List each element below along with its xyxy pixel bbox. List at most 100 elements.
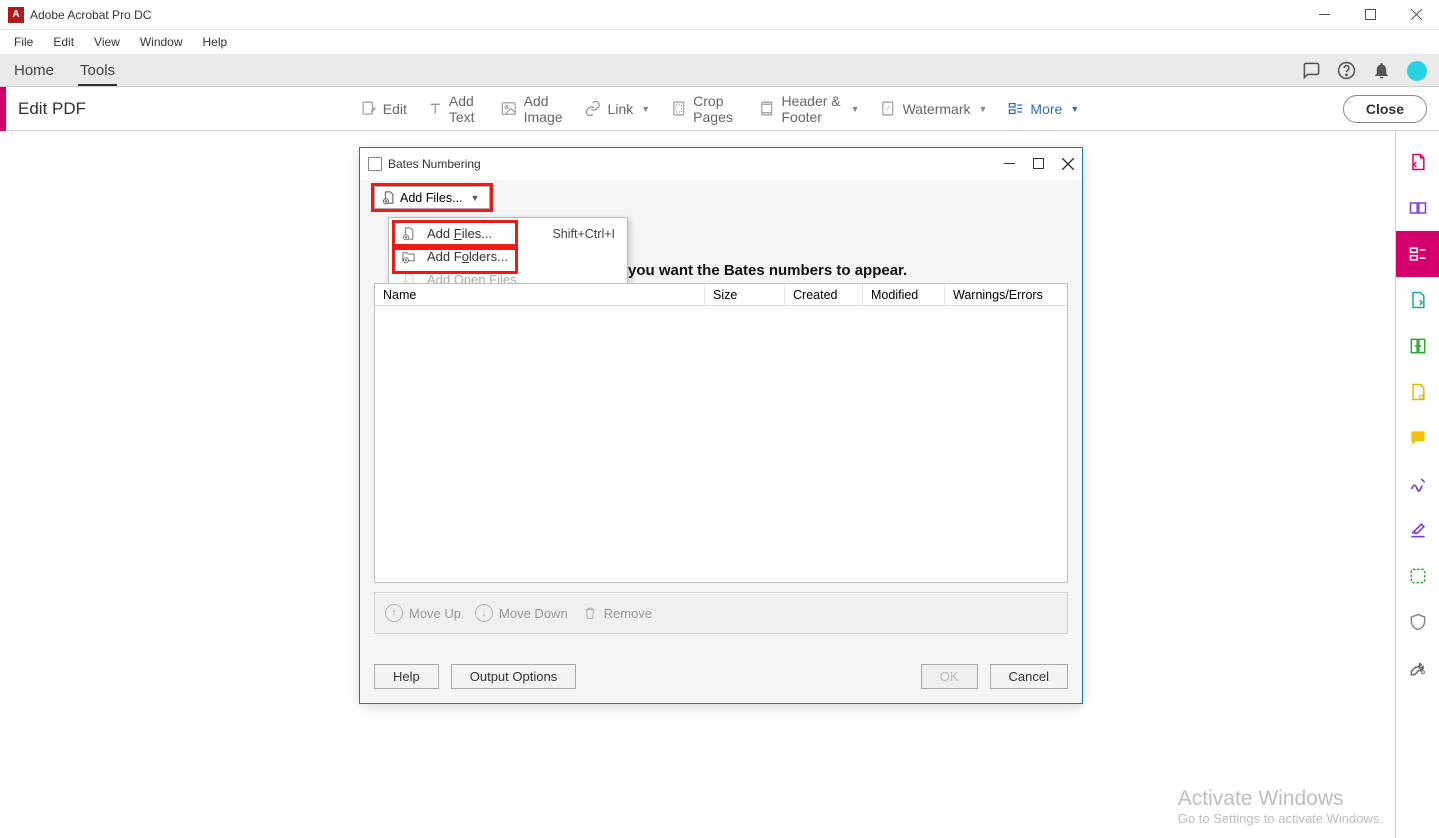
chevron-down-icon: ▼ <box>851 104 860 114</box>
more-icon <box>1007 100 1024 117</box>
rp-sign-icon[interactable] <box>1396 461 1439 507</box>
add-image-label: Add Image <box>524 93 565 125</box>
rp-accessibility-icon[interactable] <box>1396 553 1439 599</box>
link-label: Link <box>608 101 634 117</box>
watermark-button[interactable]: Watermark ▼ <box>880 100 988 117</box>
rp-compress-icon[interactable] <box>1396 369 1439 415</box>
add-text-label: Add Text <box>449 93 481 125</box>
add-file-icon <box>401 226 417 241</box>
link-icon <box>585 100 602 117</box>
windows-activation-watermark: Activate Windows Go to Settings to activ… <box>1178 787 1383 826</box>
app-title: Adobe Acrobat Pro DC <box>30 8 151 22</box>
document-icon <box>368 157 382 171</box>
menu-view[interactable]: View <box>84 32 130 52</box>
dialog-close-button[interactable] <box>1062 158 1074 170</box>
rp-organize-icon[interactable] <box>1396 323 1439 369</box>
rp-create-pdf-icon[interactable] <box>1396 139 1439 185</box>
rp-protect-icon[interactable] <box>1396 599 1439 645</box>
watermark-line2: Go to Settings to activate Windows. <box>1178 811 1383 826</box>
dialog-footer: Help Output Options OK Cancel <box>374 664 1068 689</box>
cancel-button[interactable]: Cancel <box>990 664 1068 689</box>
remove-label: Remove <box>604 606 652 621</box>
col-warnings[interactable]: Warnings/Errors <box>945 284 1067 305</box>
file-table: Name Size Created Modified Warnings/Erro… <box>374 283 1068 583</box>
crop-pages-button[interactable]: Crop Pages <box>670 93 738 125</box>
app-icon: A <box>8 7 24 23</box>
menu-window[interactable]: Window <box>130 32 193 52</box>
notifications-icon[interactable] <box>1372 61 1391 80</box>
link-button[interactable]: Link ▼ <box>585 100 651 117</box>
watermark-icon <box>880 100 897 117</box>
ctx-add-files-shortcut: Shift+Ctrl+I <box>552 227 615 241</box>
window-controls <box>1301 0 1439 30</box>
arrow-up-icon: ↑ <box>385 604 403 622</box>
dialog-minimize-button[interactable] <box>1004 158 1015 170</box>
ctx-add-folders-label: Add Folders... <box>427 249 508 264</box>
maximize-button[interactable] <box>1347 0 1393 30</box>
move-down-button: ↓ Move Down <box>475 604 568 622</box>
add-files-label: Add Files... <box>400 191 463 205</box>
header-footer-icon <box>758 100 775 117</box>
right-tools-panel <box>1395 131 1439 838</box>
dialog-maximize-button[interactable] <box>1033 158 1044 170</box>
close-toolbar-button[interactable]: Close <box>1343 95 1427 123</box>
add-text-button[interactable]: Add Text <box>427 93 481 125</box>
dialog-titlebar: Bates Numbering <box>360 148 1082 180</box>
chevron-down-icon: ▼ <box>471 193 480 203</box>
more-button[interactable]: More ▼ <box>1007 100 1079 117</box>
rp-more-tools-icon[interactable] <box>1396 645 1439 691</box>
menu-edit[interactable]: Edit <box>43 32 84 52</box>
menubar: File Edit View Window Help <box>0 30 1439 55</box>
header-footer-label: Header & Footer <box>781 93 842 125</box>
ctx-add-folders[interactable]: Add Folders... <box>389 245 627 268</box>
rp-redact-icon[interactable] <box>1396 507 1439 553</box>
edit-pdf-toolbar: Edit PDF Edit Add Text Add Image Link ▼ … <box>0 87 1439 131</box>
ctx-add-files-label: Add Files... <box>427 226 492 241</box>
tab-home[interactable]: Home <box>12 56 56 86</box>
rp-edit-pdf-icon[interactable] <box>1396 231 1439 277</box>
avatar[interactable] <box>1407 61 1427 81</box>
crop-icon <box>670 100 687 117</box>
add-files-dropdown-button[interactable]: Add Files... ▼ <box>374 186 490 209</box>
move-down-label: Move Down <box>499 606 568 621</box>
tabbar: Home Tools <box>0 55 1439 87</box>
tab-tools[interactable]: Tools <box>78 56 117 86</box>
titlebar: A Adobe Acrobat Pro DC <box>0 0 1439 30</box>
table-actions-bar: ↑ Move Up ↓ Move Down Remove <box>374 592 1068 634</box>
watermark-line1: Activate Windows <box>1178 787 1383 811</box>
more-label: More <box>1030 101 1062 117</box>
add-file-icon <box>381 190 396 205</box>
col-modified[interactable]: Modified <box>863 284 945 305</box>
file-table-header: Name Size Created Modified Warnings/Erro… <box>375 284 1067 306</box>
minimize-button[interactable] <box>1301 0 1347 30</box>
rp-comment-icon[interactable] <box>1396 415 1439 461</box>
chevron-down-icon: ▼ <box>979 104 988 114</box>
move-up-label: Move Up <box>409 606 461 621</box>
menu-help[interactable]: Help <box>193 32 238 52</box>
col-size[interactable]: Size <box>705 284 785 305</box>
ok-button: OK <box>921 664 978 689</box>
remove-button: Remove <box>582 605 652 621</box>
edit-label: Edit <box>383 101 407 117</box>
chat-icon[interactable] <box>1302 61 1321 80</box>
watermark-label: Watermark <box>903 101 971 117</box>
rp-export-pdf-icon[interactable] <box>1396 277 1439 323</box>
help-button[interactable]: Help <box>374 664 439 689</box>
edit-button[interactable]: Edit <box>360 100 407 117</box>
chevron-down-icon: ▼ <box>641 104 650 114</box>
col-created[interactable]: Created <box>785 284 863 305</box>
move-up-button: ↑ Move Up <box>385 604 461 622</box>
menu-file[interactable]: File <box>4 32 43 52</box>
add-image-button[interactable]: Add Image <box>501 93 565 125</box>
help-icon[interactable] <box>1337 61 1356 80</box>
trash-icon <box>582 605 598 621</box>
bates-numbering-dialog: Bates Numbering Add Files... ▼ Add Files… <box>359 147 1083 704</box>
output-options-button[interactable]: Output Options <box>451 664 576 689</box>
edit-icon <box>360 100 377 117</box>
col-name[interactable]: Name <box>375 284 705 305</box>
toolbar-title: Edit PDF <box>18 99 86 119</box>
ctx-add-files[interactable]: Add Files... Shift+Ctrl+I <box>389 222 627 245</box>
close-button[interactable] <box>1393 0 1439 30</box>
rp-combine-icon[interactable] <box>1396 185 1439 231</box>
header-footer-button[interactable]: Header & Footer ▼ <box>758 93 859 125</box>
